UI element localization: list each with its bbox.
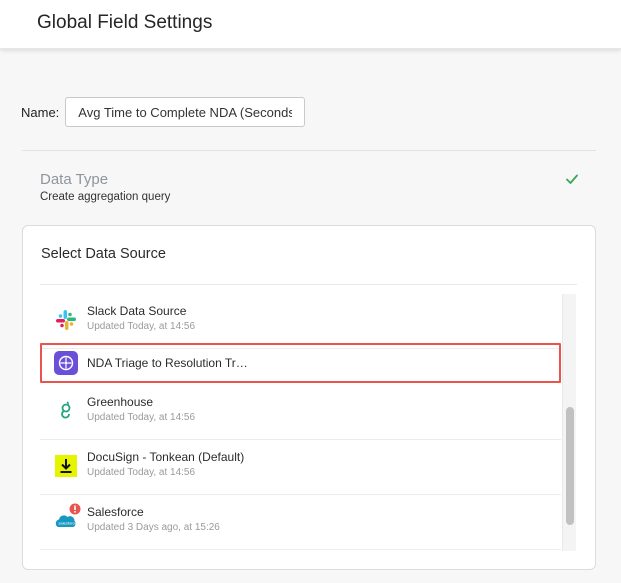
item-title: Salesforce — [87, 505, 144, 519]
list-item-slack[interactable]: Slack Data Source Updated Today, at 14:5… — [40, 294, 561, 349]
list-item-greenhouse[interactable]: Greenhouse Updated Today, at 14:56 — [40, 385, 561, 440]
list-item-salesforce[interactable]: salesforce Salesforce Updated 3 Days ago… — [40, 495, 561, 550]
item-title: Slack Data Source — [87, 304, 187, 318]
docusign-icon — [55, 455, 77, 477]
page-title: Global Field Settings — [37, 12, 213, 33]
warning-badge-icon — [69, 503, 81, 515]
name-row: Name: — [21, 97, 306, 127]
greenhouse-icon — [61, 401, 71, 419]
panel-divider — [40, 284, 577, 285]
item-title: NDA Triage to Resolution Tr… — [87, 356, 248, 370]
data-type-title: Data Type — [40, 171, 109, 188]
item-title: DocuSign - Tonkean (Default) — [87, 450, 245, 464]
item-subtitle: Updated Today, at 14:56 — [87, 467, 196, 478]
panel-title: Select Data Source — [41, 246, 166, 262]
data-type-subtitle: Create aggregation query — [40, 191, 171, 203]
item-subtitle: Updated Today, at 14:56 — [87, 412, 196, 423]
salesforce-logo-text: salesforce — [59, 521, 78, 526]
workflow-icon — [54, 351, 78, 375]
scrollbar-thumb[interactable] — [566, 407, 574, 525]
item-subtitle: Updated 3 Days ago, at 15:26 — [87, 522, 220, 533]
name-input[interactable] — [65, 97, 306, 127]
page-header: Global Field Settings — [0, 0, 621, 49]
name-label: Name: — [21, 104, 60, 120]
section-divider — [22, 150, 596, 151]
list-item-nda-triage[interactable]: NDA Triage to Resolution Tr… — [40, 343, 561, 383]
list-scrollbar[interactable] — [562, 294, 576, 551]
item-title: Greenhouse — [87, 395, 154, 409]
item-subtitle: Updated Today, at 14:56 — [87, 321, 196, 332]
list-item-docusign[interactable]: DocuSign - Tonkean (Default) Updated Tod… — [40, 440, 561, 495]
slack-icon — [56, 310, 76, 330]
data-source-list: Slack Data Source Updated Today, at 14:5… — [40, 294, 561, 551]
check-icon — [566, 174, 578, 184]
data-source-panel: Select Data Source Slack Data Source Upd… — [22, 225, 596, 570]
